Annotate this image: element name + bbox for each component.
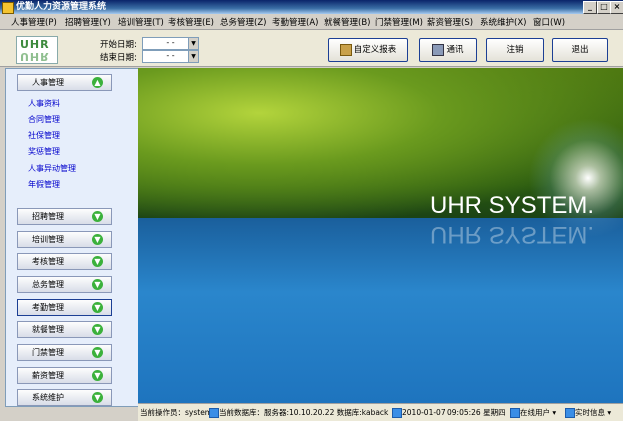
exit-button[interactable]: 退出: [552, 38, 608, 62]
arrow-down-icon: ▼: [92, 256, 103, 267]
group-general-affairs[interactable]: 总务管理 ▼: [17, 276, 112, 293]
arrow-down-icon: ▼: [92, 324, 103, 335]
report-icon: [339, 43, 352, 56]
arrow-down-icon: ▼: [92, 370, 103, 381]
arrow-up-icon: ▲: [92, 77, 103, 88]
group-label: 考核管理: [32, 257, 64, 266]
arrow-down-icon: ▼: [92, 392, 103, 403]
navigation-panel: 人事管理 ▲ 人事资料 合同管理 社保管理 奖惩管理 人事异动管理 年假管理 招…: [5, 68, 140, 407]
app-icon: [2, 2, 14, 14]
users-icon: [510, 408, 520, 418]
database-icon: [209, 408, 219, 418]
group-label: 就餐管理: [32, 325, 64, 334]
minimize-button[interactable]: _: [583, 1, 597, 14]
menu-assessment[interactable]: 考核管理(E): [168, 16, 214, 28]
logout-button[interactable]: 注销: [486, 38, 544, 62]
arrow-down-icon: ▼: [92, 234, 103, 245]
menu-attendance[interactable]: 考勤管理(A): [272, 16, 318, 28]
arrow-down-icon: ▼: [92, 302, 103, 313]
start-date-value: - -: [166, 38, 175, 47]
logout-label: 注销: [506, 45, 524, 55]
link-personnel-transfer[interactable]: 人事异动管理: [28, 163, 76, 174]
message-button[interactable]: 通讯: [419, 38, 477, 62]
menu-training[interactable]: 培训管理(T): [118, 16, 164, 28]
group-payroll[interactable]: 薪资管理 ▼: [17, 367, 112, 384]
menu-bar: 人事管理(P) 招聘管理(Y) 培训管理(T) 考核管理(E) 总务管理(Z) …: [0, 14, 623, 30]
phone-icon: [432, 43, 445, 56]
end-date-label: 结束日期:: [100, 53, 137, 63]
group-label: 考勤管理: [32, 303, 64, 312]
arrow-down-icon: ▼: [92, 211, 103, 222]
maximize-button[interactable]: □: [597, 1, 611, 14]
online-users-dropdown[interactable]: 在线用户 ▾: [520, 405, 556, 420]
group-system-maintenance[interactable]: 系统维护 ▼: [17, 389, 112, 406]
group-recruitment[interactable]: 招聘管理 ▼: [17, 208, 112, 225]
realtime-info-dropdown[interactable]: 实时信息 ▾: [575, 405, 611, 420]
brand-title: UHR SYSTEM.: [430, 192, 595, 219]
link-annual-leave[interactable]: 年假管理: [28, 179, 60, 190]
arrow-down-icon: ▼: [92, 279, 103, 290]
exit-label: 退出: [571, 45, 589, 55]
status-date: 2010-01-07: [402, 408, 446, 417]
end-date-value: - -: [166, 51, 175, 60]
group-label: 培训管理: [32, 235, 64, 244]
menu-access-control[interactable]: 门禁管理(M): [375, 16, 423, 28]
status-bar: 当前操作员：system 当前数据库：服务器:10.10.20.22 数据库:k…: [138, 403, 623, 421]
start-date-picker[interactable]: - - ▼: [142, 37, 199, 50]
menu-personnel[interactable]: 人事管理(P): [11, 16, 57, 28]
group-personnel[interactable]: 人事管理 ▲: [17, 74, 112, 91]
custom-report-button[interactable]: 自定义报表: [328, 38, 408, 62]
link-contract[interactable]: 合同管理: [28, 114, 60, 125]
group-label: 总务管理: [32, 280, 64, 289]
status-database: 当前数据库：服务器:10.10.20.22 数据库:kaback: [219, 408, 389, 417]
custom-report-label: 自定义报表: [353, 45, 397, 55]
status-operator: 当前操作员：system: [140, 408, 213, 417]
menu-general-affairs[interactable]: 总务管理(Z): [220, 16, 266, 28]
menu-payroll[interactable]: 薪资管理(S): [427, 16, 473, 28]
window-title: 优勤人力资源管理系统: [16, 2, 107, 12]
menu-recruitment[interactable]: 招聘管理(Y): [65, 16, 111, 28]
group-training[interactable]: 培训管理 ▼: [17, 231, 112, 248]
menu-window[interactable]: 窗口(W): [533, 16, 565, 28]
group-label: 招聘管理: [32, 212, 64, 221]
close-button[interactable]: ×: [610, 1, 623, 14]
chevron-down-icon[interactable]: ▼: [188, 38, 198, 49]
group-access-control[interactable]: 门禁管理 ▼: [17, 344, 112, 361]
end-date-picker[interactable]: - - ▼: [142, 50, 199, 63]
status-time: 09:05:26 星期四: [447, 408, 506, 417]
start-date-label: 开始日期:: [100, 40, 137, 50]
group-attendance[interactable]: 考勤管理 ▼: [17, 299, 112, 316]
menu-system-maintenance[interactable]: 系统维护(X): [480, 16, 526, 28]
uhr-logo: UHR UHR: [16, 36, 58, 64]
title-bar: 优勤人力资源管理系统 _ □ ×: [0, 0, 623, 14]
group-assessment[interactable]: 考核管理 ▼: [17, 253, 112, 270]
group-label: 薪资管理: [32, 371, 64, 380]
menu-dining[interactable]: 就餐管理(B): [324, 16, 370, 28]
link-reward-punishment[interactable]: 奖惩管理: [28, 146, 60, 157]
group-label: 人事管理: [32, 78, 64, 87]
logo-reflection: UHR: [20, 50, 50, 63]
group-label: 门禁管理: [32, 348, 64, 357]
group-label: 系统维护: [32, 393, 64, 402]
brand-reflection: UHR SYSTEM.: [430, 221, 595, 248]
link-social-security[interactable]: 社保管理: [28, 130, 60, 141]
arrow-down-icon: ▼: [92, 347, 103, 358]
group-dining[interactable]: 就餐管理 ▼: [17, 321, 112, 338]
link-personnel-info[interactable]: 人事资料: [28, 98, 60, 109]
chevron-down-icon[interactable]: ▼: [188, 51, 198, 62]
message-label: 通讯: [446, 45, 464, 55]
info-icon: [565, 408, 575, 418]
calendar-icon: [392, 408, 402, 418]
main-banner: UHR SYSTEM. UHR SYSTEM.: [138, 68, 623, 403]
